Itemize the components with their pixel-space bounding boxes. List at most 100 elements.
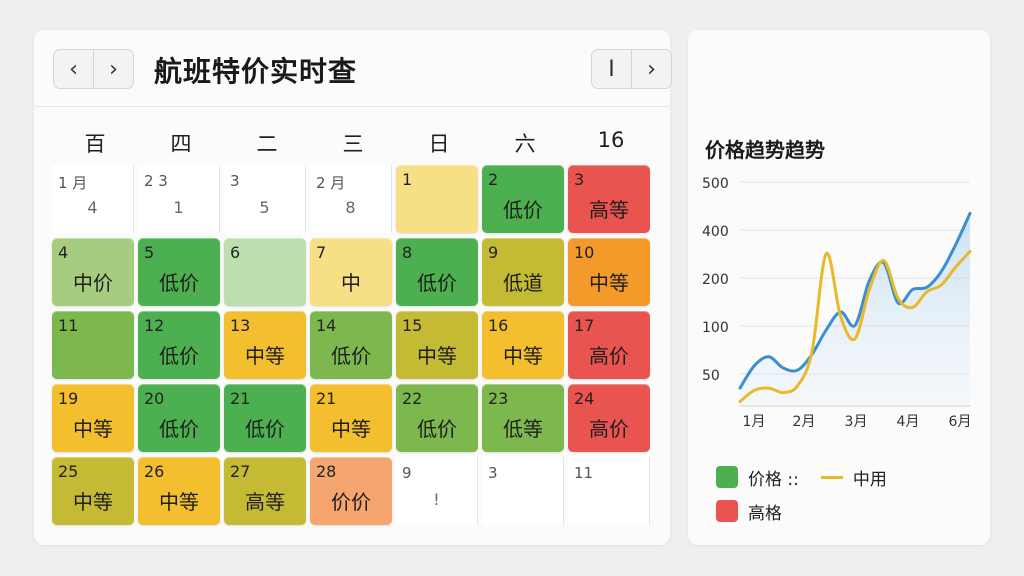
day-subtext: 5: [259, 198, 270, 217]
calendar-cell-empty[interactable]: 2 月8: [310, 165, 392, 233]
price-label: 低价: [417, 417, 457, 441]
day-number: 9: [402, 464, 412, 482]
weekday-label: 16: [597, 128, 625, 152]
day-subtext: 4: [87, 198, 98, 217]
calendar-day-cell[interactable]: 5 低价: [138, 238, 220, 306]
price-label: 高等: [589, 198, 629, 222]
x-tick-label: 6月: [949, 414, 972, 430]
price-label: 中等: [73, 490, 113, 514]
legend-label: 价格 ::: [748, 469, 799, 490]
day-number: 3: [574, 170, 585, 189]
day-number: 3: [488, 464, 498, 482]
day-number: 21: [230, 389, 251, 408]
page-title: 航班特价实时查: [154, 55, 358, 88]
weekday-header: 百 四 二 三 日 六 16: [52, 128, 654, 158]
weekday-label: 六: [514, 132, 536, 156]
calendar-day-cell[interactable]: 2 低价: [482, 165, 564, 233]
legend-swatch-green: [716, 466, 738, 488]
calendar-day-cell[interactable]: 21 低价: [224, 384, 306, 452]
day-number: 4: [58, 243, 69, 262]
calendar-day-cell[interactable]: 6: [224, 238, 306, 306]
day-number: 2 3: [144, 172, 168, 190]
calendar-day-cell[interactable]: 23 低等: [482, 384, 564, 452]
calendar-day-cell[interactable]: 25 中等: [52, 457, 134, 525]
calendar-day-cell[interactable]: 21 中等: [310, 384, 392, 452]
weekday-label: 四: [170, 132, 192, 156]
day-number: 20: [144, 389, 165, 408]
chevron-left-icon: ‹: [69, 56, 78, 82]
day-number: 8: [402, 243, 413, 262]
price-label: 高等: [245, 490, 285, 514]
day-number: 2: [488, 170, 499, 189]
price-label: 低价: [331, 344, 371, 368]
series-area-blue: [740, 213, 970, 406]
calendar-day-cell[interactable]: 20 低价: [138, 384, 220, 452]
day-number: 3: [230, 172, 240, 190]
calendar-day-cell[interactable]: 14 低价: [310, 311, 392, 379]
price-label: 价价: [331, 490, 371, 514]
calendar-day-cell[interactable]: 4 中价: [52, 238, 134, 306]
header-divider: [34, 106, 670, 107]
first-page-button[interactable]: I: [592, 50, 631, 88]
prev-month-button[interactable]: ‹: [54, 50, 93, 88]
price-label: 中: [341, 271, 361, 295]
calendar-day-cell[interactable]: 13 中等: [224, 311, 306, 379]
right-nav-group: I ›: [591, 49, 672, 89]
chevron-right-icon: ›: [647, 56, 656, 82]
day-number: 28: [316, 462, 337, 481]
price-label: 中等: [73, 417, 113, 441]
price-label: 低价: [159, 344, 199, 368]
calendar-day-cell[interactable]: 15 中等: [396, 311, 478, 379]
next-month-button[interactable]: ›: [93, 50, 133, 88]
y-tick-label: 200: [702, 272, 729, 288]
price-label: 中等: [159, 490, 199, 514]
trend-panel: 价格趋势趋势 500 400 200 100 50 1月 2月 3月 4月 6月 价格 :: 中用…: [688, 30, 990, 545]
calendar-day-cell[interactable]: 26 中等: [138, 457, 220, 525]
day-number: 9: [488, 243, 499, 262]
calendar-cell-empty[interactable]: 1 月4: [52, 165, 134, 233]
x-tick-label: 3月: [845, 414, 868, 430]
calendar-day-cell[interactable]: 27 高等: [224, 457, 306, 525]
calendar-cell-empty[interactable]: 3: [482, 457, 564, 525]
calendar-day-cell[interactable]: 3 高等: [568, 165, 650, 233]
calendar-cell-empty[interactable]: 11: [568, 457, 650, 525]
y-tick-label: 50: [702, 368, 720, 384]
calendar-day-cell[interactable]: 28 价价: [310, 457, 392, 525]
month-nav-group: ‹ ›: [53, 49, 134, 89]
chart-legend: 价格 :: 中用 高格: [716, 460, 887, 528]
legend-swatch-red: [716, 500, 738, 522]
price-label: 中等: [331, 417, 371, 441]
trend-chart: 500 400 200 100 50 1月 2月 3月 4月 6月: [702, 176, 972, 430]
calendar-day-cell[interactable]: 9 低道: [482, 238, 564, 306]
chart-title: 价格趋势趋势: [705, 138, 825, 162]
calendar-day-cell[interactable]: 11: [52, 311, 134, 379]
x-tick-label: 2月: [793, 414, 816, 430]
weekday-label: 二: [256, 132, 278, 156]
calendar-grid: 1 月42 31352 月 8 1 2 低价 3 高等 4 中价 5 低价 6 7 中 8 低价 9 低道 10 中等…: [52, 165, 650, 525]
calendar-day-cell[interactable]: 16 中等: [482, 311, 564, 379]
calendar-day-cell[interactable]: 12 低价: [138, 311, 220, 379]
price-label: 低价: [159, 271, 199, 295]
calendar-cell-empty[interactable]: 2 3 1: [138, 165, 220, 233]
price-label: 低价: [245, 417, 285, 441]
calendar-day-cell[interactable]: 19 中等: [52, 384, 134, 452]
calendar-day-cell[interactable]: 10 中等: [568, 238, 650, 306]
price-label: 中等: [589, 271, 629, 295]
next-page-button[interactable]: ›: [631, 50, 671, 88]
day-number: 1 月: [58, 174, 88, 192]
day-number: 19: [58, 389, 79, 408]
chevron-right-icon: ›: [109, 56, 118, 82]
calendar-day-cell[interactable]: 7中: [310, 238, 392, 306]
calendar-cell-empty[interactable]: 9!: [396, 457, 478, 525]
calendar-cell-empty[interactable]: 35: [224, 165, 306, 233]
legend-line-yellow: [820, 475, 843, 479]
day-subtext: 8: [345, 198, 356, 217]
price-label: 中价: [73, 271, 113, 295]
calendar-day-cell[interactable]: 8 低价: [396, 238, 478, 306]
calendar-day-cell[interactable]: 24 高价: [568, 384, 650, 452]
calendar-day-cell[interactable]: 1: [396, 165, 478, 233]
legend-label: 高格: [748, 503, 782, 524]
y-tick-label: 100: [702, 320, 729, 336]
calendar-day-cell[interactable]: 17 高价: [568, 311, 650, 379]
calendar-day-cell[interactable]: 22 低价: [396, 384, 478, 452]
